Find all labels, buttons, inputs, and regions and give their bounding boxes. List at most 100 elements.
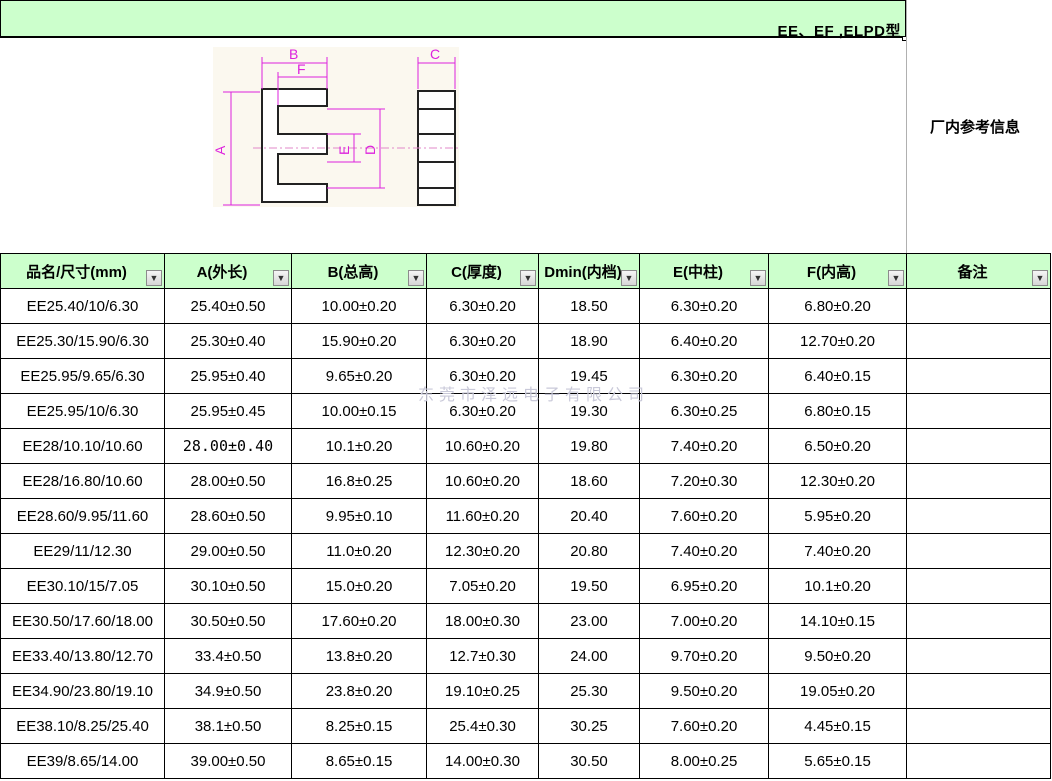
table-cell[interactable]: 10.00±0.20	[291, 288, 427, 324]
table-cell[interactable]: 4.45±0.15	[768, 708, 907, 744]
table-cell[interactable]: 6.30±0.20	[426, 288, 539, 324]
table-cell[interactable]: EE30.50/17.60/18.00	[0, 603, 165, 639]
table-cell[interactable]: 28.60±0.50	[164, 498, 292, 534]
table-cell[interactable]: 28.00±0.50	[164, 463, 292, 499]
table-cell[interactable]	[906, 463, 1051, 499]
table-cell[interactable]: EE33.40/13.80/12.70	[0, 638, 165, 674]
table-cell[interactable]: EE25.95/10/6.30	[0, 393, 165, 429]
table-cell[interactable]	[906, 498, 1051, 534]
filter-dropdown-icon[interactable]: ▼	[888, 270, 904, 286]
filter-dropdown-icon[interactable]: ▼	[273, 270, 289, 286]
table-cell[interactable]: 15.0±0.20	[291, 568, 427, 604]
table-cell[interactable]: 25.30	[538, 673, 640, 709]
table-cell[interactable]: 7.00±0.20	[639, 603, 769, 639]
table-cell[interactable]: 25.30±0.40	[164, 323, 292, 359]
table-cell[interactable]: 13.8±0.20	[291, 638, 427, 674]
table-cell[interactable]: 38.1±0.50	[164, 708, 292, 744]
table-cell[interactable]: 24.00	[538, 638, 640, 674]
table-cell[interactable]: EE28/10.10/10.60	[0, 428, 165, 464]
table-cell[interactable]: 30.50	[538, 743, 640, 779]
table-cell[interactable]: 11.0±0.20	[291, 533, 427, 569]
filter-dropdown-icon[interactable]: ▼	[520, 270, 536, 286]
table-cell[interactable]: 5.65±0.15	[768, 743, 907, 779]
table-cell[interactable]	[906, 603, 1051, 639]
table-cell[interactable]: 19.45	[538, 358, 640, 394]
table-cell[interactable]: EE28/16.80/10.60	[0, 463, 165, 499]
table-cell[interactable]: 5.95±0.20	[768, 498, 907, 534]
table-cell[interactable]	[906, 533, 1051, 569]
table-cell[interactable]: 9.50±0.20	[768, 638, 907, 674]
table-cell[interactable]: 6.30±0.20	[426, 323, 539, 359]
table-cell[interactable]: EE38.10/8.25/25.40	[0, 708, 165, 744]
filter-dropdown-icon[interactable]: ▼	[408, 270, 424, 286]
table-cell[interactable]: EE29/11/12.30	[0, 533, 165, 569]
table-cell[interactable]: 12.30±0.20	[768, 463, 907, 499]
table-cell[interactable]: 25.95±0.40	[164, 358, 292, 394]
table-cell[interactable]: 7.40±0.20	[639, 428, 769, 464]
table-cell[interactable]: 7.60±0.20	[639, 498, 769, 534]
table-cell[interactable]: 6.95±0.20	[639, 568, 769, 604]
table-cell[interactable]: 7.05±0.20	[426, 568, 539, 604]
table-cell[interactable]	[906, 673, 1051, 709]
table-cell[interactable]: 8.25±0.15	[291, 708, 427, 744]
table-cell[interactable]	[906, 428, 1051, 464]
table-cell[interactable]: 7.20±0.30	[639, 463, 769, 499]
table-cell[interactable]: 11.60±0.20	[426, 498, 539, 534]
table-cell[interactable]: 23.8±0.20	[291, 673, 427, 709]
table-cell[interactable]: 6.30±0.20	[426, 358, 539, 394]
table-cell[interactable]: 23.00	[538, 603, 640, 639]
table-cell[interactable]: EE28.60/9.95/11.60	[0, 498, 165, 534]
table-cell[interactable]: 39.00±0.50	[164, 743, 292, 779]
table-cell[interactable]: 17.60±0.20	[291, 603, 427, 639]
table-cell[interactable]: EE30.10/15/7.05	[0, 568, 165, 604]
table-cell[interactable]: 9.65±0.20	[291, 358, 427, 394]
table-cell[interactable]: 7.40±0.20	[768, 533, 907, 569]
filter-dropdown-icon[interactable]: ▼	[621, 270, 637, 286]
table-cell[interactable]: 9.50±0.20	[639, 673, 769, 709]
table-cell[interactable]: 33.4±0.50	[164, 638, 292, 674]
table-cell[interactable]: 28.00±0.40	[164, 428, 292, 464]
table-cell[interactable]	[906, 568, 1051, 604]
table-cell[interactable]: 12.7±0.30	[426, 638, 539, 674]
table-cell[interactable]: 14.00±0.30	[426, 743, 539, 779]
table-cell[interactable]: 19.05±0.20	[768, 673, 907, 709]
table-cell[interactable]: 18.00±0.30	[426, 603, 539, 639]
table-cell[interactable]: 19.30	[538, 393, 640, 429]
table-cell[interactable]	[906, 358, 1051, 394]
table-cell[interactable]: 25.4±0.30	[426, 708, 539, 744]
table-cell[interactable]: 20.40	[538, 498, 640, 534]
table-cell[interactable]: 9.70±0.20	[639, 638, 769, 674]
table-cell[interactable]: 6.40±0.20	[639, 323, 769, 359]
table-cell[interactable]: 10.1±0.20	[768, 568, 907, 604]
table-cell[interactable]: 25.95±0.45	[164, 393, 292, 429]
table-cell[interactable]: 34.9±0.50	[164, 673, 292, 709]
table-cell[interactable]: 14.10±0.15	[768, 603, 907, 639]
table-cell[interactable]: 18.50	[538, 288, 640, 324]
table-cell[interactable]: 10.60±0.20	[426, 463, 539, 499]
table-cell[interactable]: 30.10±0.50	[164, 568, 292, 604]
table-cell[interactable]: 6.30±0.25	[639, 393, 769, 429]
table-cell[interactable]: 7.40±0.20	[639, 533, 769, 569]
table-cell[interactable]	[906, 708, 1051, 744]
table-cell[interactable]: EE25.95/9.65/6.30	[0, 358, 165, 394]
table-cell[interactable]: 6.80±0.15	[768, 393, 907, 429]
table-cell[interactable]: 10.00±0.15	[291, 393, 427, 429]
table-cell[interactable]: 6.50±0.20	[768, 428, 907, 464]
filter-dropdown-icon[interactable]: ▼	[146, 270, 162, 286]
table-cell[interactable]: 18.90	[538, 323, 640, 359]
table-cell[interactable]: 6.80±0.20	[768, 288, 907, 324]
table-cell[interactable]: 7.60±0.20	[639, 708, 769, 744]
table-cell[interactable]: 20.80	[538, 533, 640, 569]
table-cell[interactable]: 8.00±0.25	[639, 743, 769, 779]
table-cell[interactable]: 15.90±0.20	[291, 323, 427, 359]
filter-dropdown-icon[interactable]: ▼	[750, 270, 766, 286]
filter-dropdown-icon[interactable]: ▼	[1032, 270, 1048, 286]
table-cell[interactable]: 30.50±0.50	[164, 603, 292, 639]
table-cell[interactable]: 19.10±0.25	[426, 673, 539, 709]
table-cell[interactable]: 8.65±0.15	[291, 743, 427, 779]
table-cell[interactable]: 19.80	[538, 428, 640, 464]
table-cell[interactable]: 19.50	[538, 568, 640, 604]
table-cell[interactable]: 10.60±0.20	[426, 428, 539, 464]
table-cell[interactable]	[906, 638, 1051, 674]
table-cell[interactable]: EE25.40/10/6.30	[0, 288, 165, 324]
